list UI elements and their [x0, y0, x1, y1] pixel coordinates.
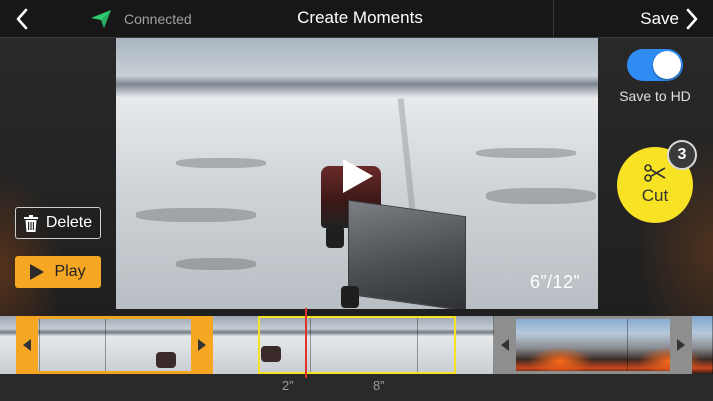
moment-segment[interactable]: [494, 316, 692, 374]
save-button[interactable]: Save: [553, 0, 713, 38]
toggle-knob: [653, 51, 681, 79]
save-to-hd-toggle[interactable]: [627, 49, 683, 81]
time-readout: 6”/12”: [529, 272, 580, 292]
moment-segment-active[interactable]: [258, 316, 456, 374]
save-label: Save: [640, 9, 679, 28]
timeline-ruler: [0, 374, 713, 401]
delete-label: Delete: [45, 214, 93, 231]
handle-left-arrow-icon: [23, 339, 31, 351]
play-overlay-icon[interactable]: [339, 157, 375, 195]
forward-chevron-icon: [686, 8, 698, 30]
video-preview[interactable]: 6”/12”: [116, 38, 598, 309]
save-to-hd-label: Save to HD: [619, 88, 691, 104]
back-chevron-icon: [16, 8, 28, 30]
play-icon: [30, 264, 45, 280]
segment-handle-left[interactable]: [16, 316, 38, 374]
timeline-marker-end: 8”: [373, 378, 385, 393]
delete-button[interactable]: Delete: [15, 207, 101, 239]
segment-handle-right[interactable]: [191, 316, 213, 374]
page-title: Create Moments: [297, 8, 423, 27]
segment-handle-left[interactable]: [494, 316, 516, 374]
cut-count-badge: 3: [667, 140, 697, 170]
timeline-filmstrip[interactable]: [0, 316, 713, 374]
scissors-icon: [644, 164, 666, 182]
handle-left-arrow-icon: [501, 339, 509, 351]
snow-texture: [476, 148, 576, 158]
trash-icon: [23, 214, 38, 232]
moment-segment-selected[interactable]: [16, 316, 213, 374]
trailer: [348, 199, 466, 309]
play-label: Play: [54, 263, 86, 280]
wheel: [326, 226, 344, 248]
top-bar: Connected Create Moments Save: [0, 0, 713, 38]
handle-right-arrow-icon: [677, 339, 685, 351]
connection-status: Connected: [90, 0, 192, 38]
connection-status-label: Connected: [124, 11, 192, 27]
send-icon: [91, 10, 111, 28]
playhead[interactable]: [305, 308, 307, 378]
snow-texture: [136, 208, 256, 222]
snow-texture: [176, 258, 256, 270]
handle-right-arrow-icon: [198, 339, 206, 351]
timeline-marker-start: 2”: [282, 378, 294, 393]
cut-label: Cut: [641, 186, 669, 205]
snow-texture: [486, 188, 596, 204]
wheel: [341, 286, 359, 308]
segment-handle-right[interactable]: [670, 316, 692, 374]
back-button[interactable]: [0, 0, 44, 38]
play-button[interactable]: Play: [15, 256, 101, 288]
snow-texture: [176, 158, 266, 168]
